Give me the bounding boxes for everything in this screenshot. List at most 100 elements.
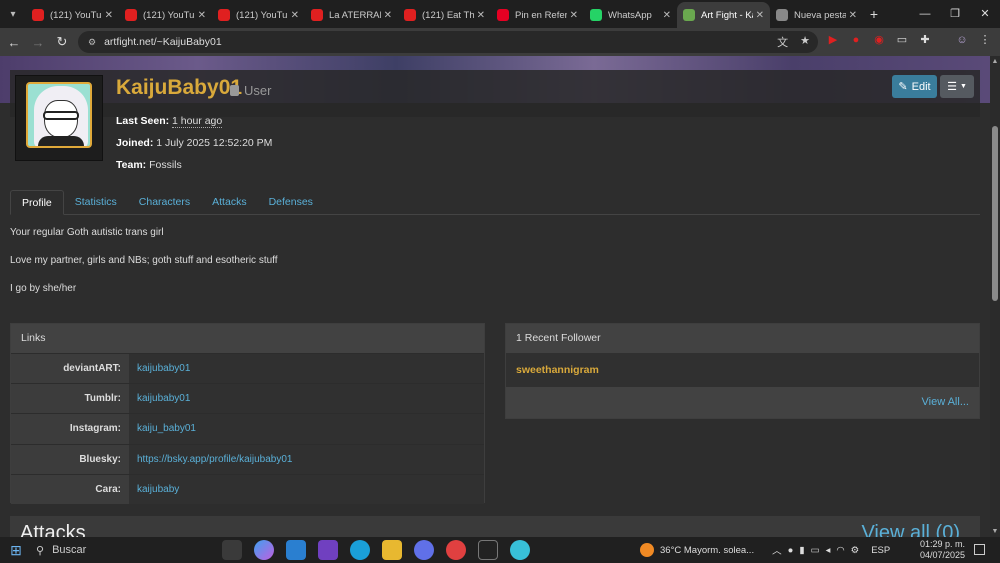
maximize-icon[interactable]: ❐ bbox=[940, 0, 970, 28]
link-value[interactable]: kaijubaby01 bbox=[129, 354, 484, 384]
new-tab-button[interactable]: + bbox=[863, 6, 885, 22]
windows-start-icon[interactable]: ⊞ bbox=[0, 542, 32, 559]
app-icon[interactable] bbox=[286, 540, 306, 560]
browser-tab[interactable]: (121) Eat That✕ bbox=[398, 2, 491, 28]
copilot-icon[interactable] bbox=[254, 540, 274, 560]
weather-text[interactable]: 36°C Mayorm. solea... bbox=[660, 545, 754, 556]
link-value[interactable]: kaijubaby bbox=[129, 474, 484, 504]
translate-icon[interactable]: 文 bbox=[777, 34, 788, 50]
browser-tab[interactable]: Nueva pestaña✕ bbox=[770, 2, 863, 28]
close-tab-icon[interactable]: ✕ bbox=[384, 10, 392, 21]
task-view-icon[interactable] bbox=[222, 540, 242, 560]
app-icon[interactable] bbox=[318, 540, 338, 560]
scroll-down-icon[interactable]: ▼ bbox=[990, 528, 1000, 535]
address-bar[interactable]: ⚙ artfight.net/~KaijuBaby01 文 ★ bbox=[78, 31, 818, 53]
notification-icon[interactable] bbox=[974, 544, 985, 555]
scroll-up-icon[interactable]: ▲ bbox=[990, 58, 1000, 65]
browser-tab[interactable]: (121) YouTube✕ bbox=[26, 2, 119, 28]
link-site: Instagram: bbox=[11, 414, 129, 444]
chrome-icon[interactable] bbox=[446, 540, 466, 560]
extension-icon[interactable]: ● bbox=[849, 33, 863, 47]
browser-tab[interactable]: Pin en Referen✕ bbox=[491, 2, 584, 28]
link-row: Tumblr: kaijubaby01 bbox=[11, 383, 484, 414]
tab-favicon-icon bbox=[32, 9, 44, 21]
close-tab-icon[interactable]: ✕ bbox=[849, 10, 857, 21]
tab-favicon-icon bbox=[311, 9, 323, 21]
profile-menu-button[interactable]: ☰ ▼ bbox=[940, 75, 974, 98]
tab-attacks[interactable]: Attacks bbox=[201, 190, 257, 214]
browser-tab[interactable]: (121) YouTube✕ bbox=[119, 2, 212, 28]
scrollbar-thumb[interactable] bbox=[992, 126, 998, 301]
extension-icon[interactable]: ▶ bbox=[826, 33, 840, 47]
view-all-attacks-link[interactable]: View all (0) bbox=[861, 522, 960, 537]
browser-tab[interactable]: (121) YouTube✕ bbox=[212, 2, 305, 28]
extension-icon[interactable]: ▭ bbox=[895, 33, 909, 47]
avatar[interactable] bbox=[26, 82, 92, 148]
back-icon[interactable]: ← bbox=[2, 35, 26, 50]
microphone-icon[interactable]: ▮ bbox=[799, 545, 804, 556]
battery-icon[interactable]: ▭ bbox=[811, 545, 820, 556]
taskbar-search[interactable]: ⚲ Buscar bbox=[32, 537, 182, 563]
close-window-icon[interactable]: ✕ bbox=[970, 0, 1000, 28]
clock[interactable]: 01:29 p. m. 04/07/2025 bbox=[920, 539, 965, 561]
user-role: User bbox=[230, 83, 271, 98]
avatar-frame bbox=[15, 75, 103, 161]
link-row: Cara: kaijubaby bbox=[11, 473, 484, 504]
close-tab-icon[interactable]: ✕ bbox=[477, 10, 485, 21]
tab-search-icon[interactable]: ▾ bbox=[0, 0, 26, 28]
browser-tab[interactable]: La ATERRADORA✕ bbox=[305, 2, 398, 28]
settings-icon[interactable]: ⚙ bbox=[851, 545, 860, 556]
close-tab-icon[interactable]: ✕ bbox=[570, 10, 578, 21]
forward-icon[interactable]: → bbox=[26, 35, 50, 50]
profile-avatar-icon[interactable]: ☺ bbox=[955, 33, 969, 47]
weather-icon[interactable] bbox=[640, 543, 654, 557]
browser-tab[interactable]: WhatsApp ✕ bbox=[584, 2, 677, 28]
tab-title: La ATERRADORA bbox=[329, 9, 381, 21]
tab-defenses[interactable]: Defenses bbox=[258, 190, 324, 214]
site-info-icon[interactable]: ⚙ bbox=[88, 37, 96, 48]
extensions-area: ▶ ● ◉ ▭ ✚ ☺ ⋮ bbox=[826, 33, 992, 47]
browser-tab[interactable]: Art Fight - Ka ✕ bbox=[677, 2, 770, 28]
language-indicator[interactable]: ESP bbox=[871, 545, 890, 556]
caret-down-icon: ▼ bbox=[959, 83, 967, 90]
close-tab-icon[interactable]: ✕ bbox=[291, 10, 299, 21]
tab-characters[interactable]: Characters bbox=[128, 190, 201, 214]
link-value[interactable]: https://bsky.app/profile/kaijubaby01 bbox=[129, 444, 484, 474]
tab-statistics[interactable]: Statistics bbox=[64, 190, 128, 214]
tab-favicon-icon bbox=[683, 9, 695, 21]
discord-icon[interactable] bbox=[414, 540, 434, 560]
close-tab-icon[interactable]: ✕ bbox=[198, 10, 206, 21]
page-scrollbar[interactable]: ▲ ▼ bbox=[990, 56, 1000, 537]
link-value[interactable]: kaiju_baby01 bbox=[129, 414, 484, 444]
volume-icon[interactable]: ◂ bbox=[826, 545, 831, 556]
app-icon[interactable] bbox=[510, 540, 530, 560]
edge-icon[interactable] bbox=[350, 540, 370, 560]
chevron-up-icon[interactable]: ︿ bbox=[772, 543, 782, 557]
close-tab-icon[interactable]: ✕ bbox=[663, 10, 671, 21]
tray-icon[interactable]: ● bbox=[788, 545, 794, 556]
tab-profile[interactable]: Profile bbox=[10, 190, 64, 215]
bookmark-star-icon[interactable]: ★ bbox=[800, 34, 810, 50]
extension-icon[interactable]: ◉ bbox=[872, 33, 886, 47]
wifi-icon[interactable]: ◠ bbox=[836, 545, 844, 556]
windows-taskbar: ⊞ ⚲ Buscar 36°C Mayorm. solea... ︿ ● ▮ ▭… bbox=[0, 537, 1000, 563]
bio-line: Love my partner, girls and NBs; goth stu… bbox=[10, 255, 278, 266]
view-all-followers-link[interactable]: View All... bbox=[506, 387, 979, 418]
close-tab-icon[interactable]: ✕ bbox=[756, 10, 764, 21]
reload-icon[interactable]: ↻ bbox=[50, 34, 74, 50]
file-explorer-icon[interactable] bbox=[382, 540, 402, 560]
edit-button[interactable]: ✎ Edit bbox=[892, 75, 937, 98]
attacks-section-header: Attacks View all (0) bbox=[10, 516, 980, 537]
epic-games-icon[interactable] bbox=[478, 540, 498, 560]
follower-link[interactable]: sweethannigram bbox=[506, 353, 979, 387]
close-tab-icon[interactable]: ✕ bbox=[105, 10, 113, 21]
tab-title: (121) YouTube bbox=[236, 9, 288, 21]
minimize-icon[interactable]: — bbox=[910, 0, 940, 28]
team: Team: Fossils bbox=[116, 159, 182, 171]
puzzle-icon[interactable]: ✚ bbox=[918, 33, 932, 47]
link-site: deviantART: bbox=[11, 354, 129, 384]
menu-kebab-icon[interactable]: ⋮ bbox=[978, 33, 992, 47]
link-value[interactable]: kaijubaby01 bbox=[129, 384, 484, 414]
system-tray: 36°C Mayorm. solea... ︿ ● ▮ ▭ ◂ ◠ ⚙ ESP bbox=[640, 537, 890, 563]
joined-date: Joined: 1 July 2025 12:52:20 PM bbox=[116, 137, 273, 149]
